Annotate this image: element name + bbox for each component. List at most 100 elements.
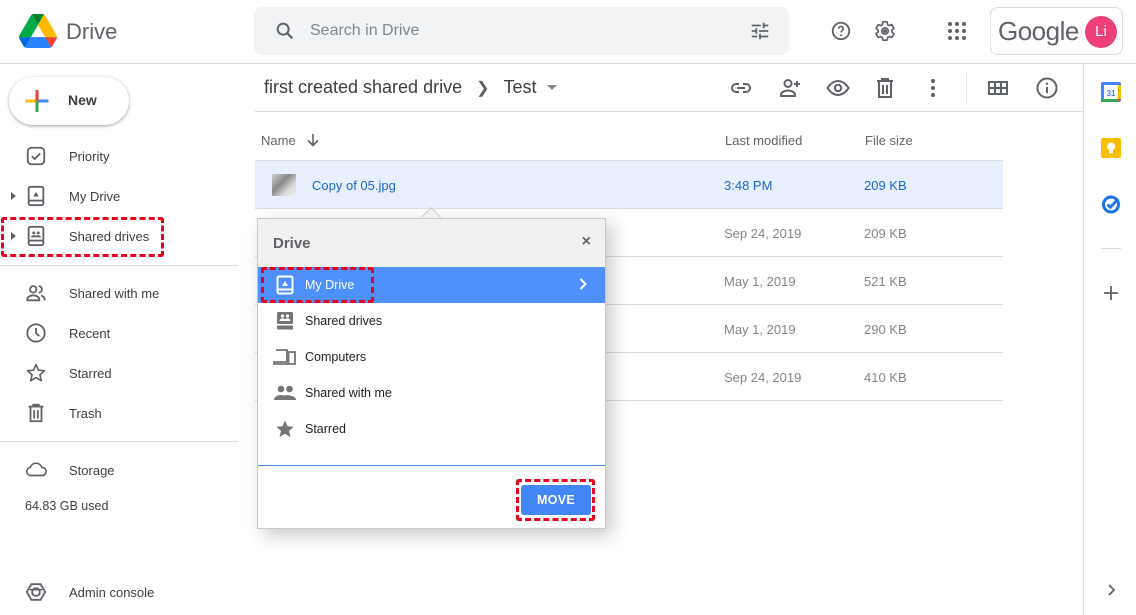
dialog-item-shared-with-me[interactable]: Shared with me [258, 375, 605, 411]
avatar[interactable]: Li [1085, 16, 1117, 48]
dialog-item-starred[interactable]: Starred [258, 411, 605, 447]
computers-icon [273, 349, 296, 365]
my-drive-icon [27, 185, 45, 207]
new-button-label: New [68, 92, 97, 108]
shared-with-me-icon [26, 285, 46, 302]
sidebar-item-label: Admin console [69, 585, 155, 600]
chevron-right-icon[interactable] [575, 276, 591, 292]
keep-icon[interactable] [1101, 138, 1121, 158]
add-person-icon[interactable] [778, 76, 802, 100]
admin-console-icon [25, 583, 47, 601]
dialog-footer-divider [258, 465, 605, 466]
sidebar-item-label: Priority [69, 149, 110, 164]
shared-drives-icon [277, 312, 293, 330]
dialog-title: Drive [273, 235, 311, 252]
caret-down-icon[interactable] [546, 85, 557, 90]
breadcrumb: first created shared drive ❯ Test [264, 77, 557, 98]
close-icon[interactable]: × [582, 233, 591, 251]
trash-icon [28, 403, 44, 423]
sidebar-item-label: My Drive [69, 189, 121, 204]
sidebar-item-trash[interactable]: Trash [0, 397, 238, 429]
dialog-item-shared-drives[interactable]: Shared drives [258, 303, 605, 339]
dialog-item-label: Shared drives [305, 314, 383, 328]
link-icon[interactable] [729, 76, 753, 100]
file-name: Copy of 05.jpg [312, 178, 396, 193]
delete-icon[interactable] [873, 76, 897, 100]
expand-arrow-icon[interactable] [11, 232, 16, 240]
plus-icon [25, 90, 49, 112]
my-drive-icon [276, 275, 294, 295]
sidebar-item-label: Recent [69, 326, 111, 341]
sidebar-item-shared-drives[interactable]: Shared drives [0, 220, 238, 252]
dialog-header: Drive × [258, 219, 605, 267]
sidebar-item-storage[interactable]: Storage [0, 454, 238, 486]
preview-icon[interactable] [826, 76, 850, 100]
sidebar-item-shared-with-me[interactable]: Shared with me [0, 277, 238, 309]
info-icon[interactable] [1035, 76, 1059, 100]
sidebar-item-label: Shared drives [69, 229, 150, 244]
dialog-item-computers[interactable]: Computers [258, 339, 605, 375]
sort-arrow-down-icon[interactable] [305, 132, 321, 148]
dialog-item-label: My Drive [305, 278, 355, 292]
toolbar-divider [966, 72, 967, 104]
sidebar-item-label: Shared with me [69, 286, 160, 301]
image-thumbnail [272, 174, 296, 196]
expand-panel-icon[interactable] [1101, 580, 1121, 600]
search-icon[interactable] [274, 20, 296, 42]
star-icon [276, 420, 294, 438]
sidebar-item-admin-console[interactable]: Admin console [0, 576, 238, 608]
app-name: Drive [66, 19, 118, 44]
top-bar: Drive Google Li [0, 0, 1136, 64]
sidebar-item-recent[interactable]: Recent [0, 317, 238, 349]
search-bar[interactable] [254, 7, 789, 55]
search-input[interactable] [310, 19, 730, 43]
shared-with-me-icon [274, 385, 296, 400]
breadcrumb-current[interactable]: Test [504, 77, 537, 98]
add-icon[interactable] [1101, 283, 1121, 303]
google-wordmark: Google [998, 16, 1079, 46]
file-modified: Sep 24, 2019 [724, 370, 802, 385]
sidebar-divider [0, 441, 238, 442]
sidebar-divider [0, 265, 238, 266]
sidebar-item-label: Storage [69, 463, 115, 478]
dialog-item-label: Starred [305, 422, 346, 436]
calendar-icon[interactable]: 31 [1101, 82, 1121, 102]
move-button[interactable]: MOVE [521, 485, 591, 515]
tasks-icon[interactable] [1101, 194, 1121, 214]
move-dialog: Drive × My Drive Shared drives Computers… [257, 218, 606, 529]
file-size: 290 KB [864, 322, 907, 337]
file-modified: May 1, 2019 [724, 322, 796, 337]
storage-used-text: 64.83 GB used [25, 499, 109, 513]
file-size: 521 KB [864, 274, 907, 289]
column-header-modified[interactable]: Last modified [725, 133, 802, 148]
apps-grid-icon[interactable] [944, 18, 970, 44]
sidebar-item-priority[interactable]: Priority [0, 140, 238, 172]
dialog-item-my-drive[interactable]: My Drive [258, 267, 605, 303]
column-header-size[interactable]: File size [865, 133, 913, 148]
sidebar-item-label: Trash [69, 406, 102, 421]
file-size: 209 KB [864, 178, 907, 193]
file-modified: Sep 24, 2019 [724, 226, 802, 241]
drive-logo-icon[interactable] [19, 14, 57, 48]
side-panel: 31 [1083, 64, 1136, 615]
search-options-icon[interactable] [749, 20, 771, 42]
expand-arrow-icon[interactable] [11, 192, 16, 200]
help-icon[interactable] [828, 18, 854, 44]
new-button[interactable]: New [9, 77, 129, 125]
settings-icon[interactable] [872, 18, 898, 44]
account-switcher[interactable]: Google Li [990, 7, 1123, 55]
grid-view-icon[interactable] [986, 76, 1010, 100]
file-modified: 3:48 PM [724, 178, 773, 193]
file-modified: May 1, 2019 [724, 274, 796, 289]
more-vert-icon[interactable] [921, 76, 945, 100]
sidebar-item-label: Starred [69, 366, 112, 381]
svg-text:31: 31 [1107, 89, 1116, 98]
shared-drives-icon [27, 225, 45, 247]
clock-icon [26, 323, 46, 343]
breadcrumb-parent[interactable]: first created shared drive [264, 77, 462, 98]
table-row[interactable]: Copy of 05.jpg 3:48 PM 209 KB [255, 161, 1003, 209]
sidebar-item-my-drive[interactable]: My Drive [0, 180, 238, 212]
sidebar-item-starred[interactable]: Starred [0, 357, 238, 389]
column-header-name[interactable]: Name [261, 133, 296, 148]
priority-icon [26, 146, 46, 166]
